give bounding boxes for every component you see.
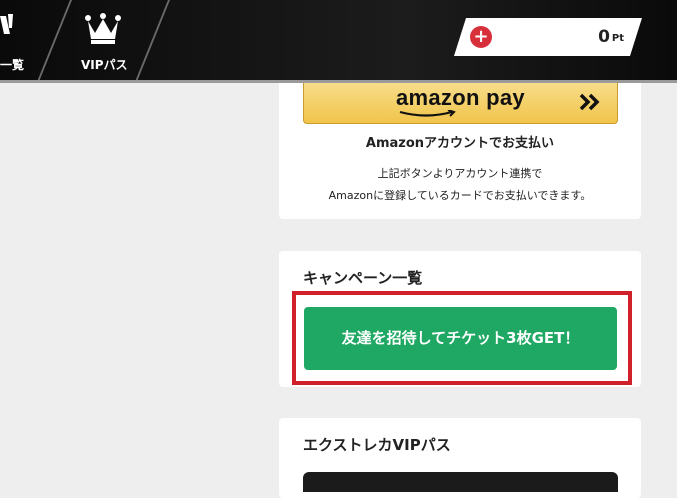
points-box[interactable]: + 0 Pt <box>454 18 642 56</box>
plus-icon[interactable]: + <box>470 26 492 48</box>
campaign-title: キャンペーン一覧 <box>303 269 423 287</box>
points-value: 0 <box>598 27 610 47</box>
amazon-pay-text: amazon pay <box>396 85 525 110</box>
amazon-pay-button[interactable]: amazon pay <box>303 83 618 124</box>
list-icon <box>0 14 13 34</box>
points-unit: Pt <box>611 33 624 44</box>
nav-divider <box>37 0 72 80</box>
amazon-note-line1: 上記ボタンよりアカウント連携で <box>377 167 543 180</box>
amazon-note-line2: Amazonに登録しているカードでお支払いできます。 <box>328 189 592 202</box>
crown-icon <box>85 13 121 44</box>
nav-item-list-label[interactable]: 一覧 <box>0 56 24 73</box>
nav-item-vip-label[interactable]: VIPパス <box>81 56 128 73</box>
chevron-right-icon <box>579 93 600 111</box>
amazon-smile-icon <box>399 110 456 117</box>
top-header: 一覧 VIPパス + 0 Pt <box>0 0 677 80</box>
invite-friends-button[interactable]: 友達を招待してチケット3枚GET！ <box>304 307 617 370</box>
vip-title: エクストレカVIPパス <box>303 436 451 454</box>
vip-banner[interactable] <box>303 472 618 492</box>
nav-divider <box>135 0 170 80</box>
amazon-account-label: Amazonアカウントでお支払い <box>365 136 555 151</box>
